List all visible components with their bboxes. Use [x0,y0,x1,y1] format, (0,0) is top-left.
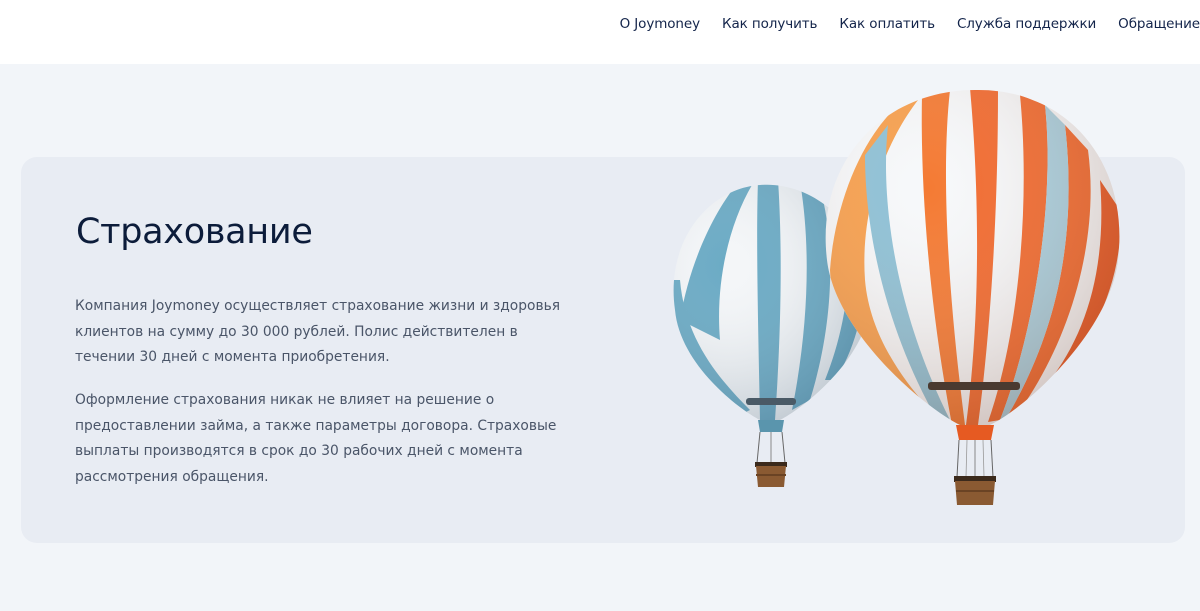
site-header: О Joymoney Как получить Как оплатить Слу… [0,0,1200,64]
nav-link-appeal[interactable]: Обращение [1118,16,1200,32]
nav-link-about[interactable]: О Joymoney [620,16,701,32]
orange-balloon-basket [954,439,996,505]
insurance-paragraph-1: Компания Joymoney осуществляет страхован… [75,298,561,365]
hot-air-balloons-image [673,89,1120,505]
blue-balloon-basket [755,431,787,487]
page-title: Страхование [76,212,313,252]
insurance-paragraph-2: Оформление страхования никак не влияет н… [75,392,557,485]
main-nav: О Joymoney Как получить Как оплатить Слу… [620,0,1200,48]
nav-link-how-to-get[interactable]: Как получить [722,16,817,32]
nav-link-support[interactable]: Служба поддержки [957,16,1096,32]
orange-balloon-envelope [825,89,1120,440]
nav-link-how-to-pay[interactable]: Как оплатить [839,16,935,32]
